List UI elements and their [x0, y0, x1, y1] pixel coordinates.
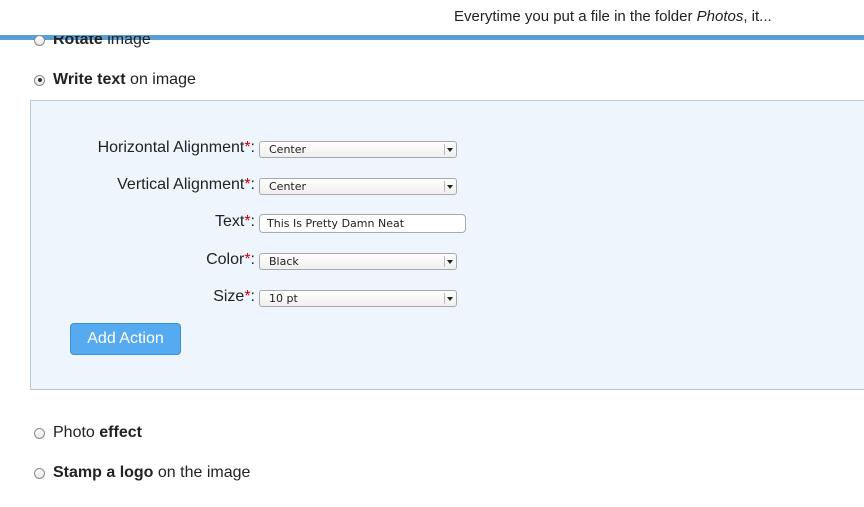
size-select[interactable]: 10 pt [259, 290, 457, 307]
dropdown-arrow-icon [444, 144, 454, 155]
horizontal-alignment-select[interactable]: Center [259, 141, 457, 158]
add-action-button[interactable]: Add Action [70, 323, 181, 355]
horizontal-alignment-label: Horizontal Alignment*: [97, 139, 255, 156]
description-suffix: , it... [743, 8, 772, 25]
write-text-settings-panel: Horizontal Alignment*: Center Vertical A… [30, 100, 864, 390]
dropdown-arrow-icon [444, 256, 454, 267]
option-photo-effect[interactable]: Photo effect [34, 424, 142, 442]
size-label: Size*: [213, 288, 255, 305]
radio-icon[interactable] [34, 427, 45, 439]
color-select[interactable]: Black [259, 253, 457, 270]
radio-icon[interactable] [34, 36, 45, 46]
option-stamp-logo[interactable]: Stamp a logo on the image [34, 464, 250, 482]
color-label: Color*: [206, 251, 255, 268]
folder-name: Photos [696, 8, 744, 25]
option-label: Write text on image [53, 71, 196, 88]
option-rotate-image[interactable]: Rotate image [34, 31, 151, 49]
vertical-alignment-label: Vertical Alignment*: [117, 176, 255, 193]
option-write-text[interactable]: Write text on image [34, 71, 196, 89]
recipe-description: Everytime you put a file in the folder P… [454, 8, 772, 25]
option-label: Stamp a logo on the image [53, 464, 251, 481]
vertical-alignment-select[interactable]: Center [259, 178, 457, 195]
text-label: Text*: [214, 213, 255, 230]
radio-icon[interactable] [34, 467, 45, 479]
dropdown-arrow-icon [444, 293, 454, 304]
dropdown-arrow-icon [444, 181, 454, 192]
option-label: Rotate image [53, 31, 151, 48]
description-prefix: Everytime you put a file in the folder [454, 8, 697, 25]
option-label: Photo effect [53, 424, 142, 441]
text-input[interactable]: This Is Pretty Damn Neat [259, 214, 466, 233]
radio-checked-icon[interactable] [34, 74, 45, 86]
